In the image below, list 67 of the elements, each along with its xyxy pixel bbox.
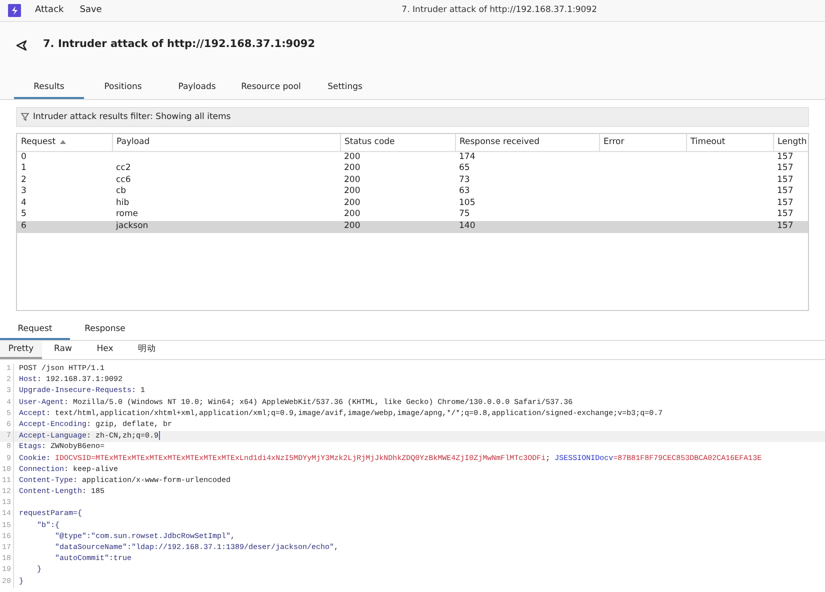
table-cell: cb xyxy=(116,186,126,196)
table-cell: 73 xyxy=(459,174,470,185)
column-header[interactable]: Payload xyxy=(112,134,340,151)
tab[interactable]: Hex xyxy=(84,341,126,359)
filter-bar[interactable]: Intruder attack results filter: Showing all items xyxy=(16,107,809,127)
table-cell: 63 xyxy=(459,186,470,196)
filter-icon xyxy=(21,113,29,121)
table-cell: 157 xyxy=(777,186,794,196)
tab[interactable]: Raw xyxy=(42,341,84,359)
table-cell: 1 xyxy=(21,163,26,174)
column-header[interactable]: Status code xyxy=(340,134,455,151)
table-cell: rome xyxy=(116,209,138,220)
column-header[interactable]: Response received xyxy=(455,134,599,151)
table-cell: 157 xyxy=(777,198,794,208)
table-cell: 105 xyxy=(459,198,476,208)
table-cell: 157 xyxy=(777,174,794,185)
column-label: Payload xyxy=(116,136,150,147)
tab[interactable]: Positions xyxy=(88,81,158,99)
window-title: 7. Intruder attack of http://192.168.37.1:9092 xyxy=(402,4,597,17)
table-cell: 174 xyxy=(459,152,476,162)
tab[interactable]: Results xyxy=(14,81,84,99)
table-cell: jackson xyxy=(116,221,148,232)
column-header[interactable]: Error xyxy=(599,134,686,151)
table-cell: hib xyxy=(116,198,130,208)
table-cell: 200 xyxy=(344,163,360,174)
attack-title: 7. Intruder attack of http://192.168.37.1:9092 xyxy=(43,37,316,52)
table-cell: 200 xyxy=(344,198,360,208)
table-cell: 65 xyxy=(459,163,470,174)
tab[interactable]: Response xyxy=(70,323,140,340)
table-cell: 2 xyxy=(21,174,26,185)
table-cell: cc2 xyxy=(116,163,131,174)
tab[interactable]: Settings xyxy=(310,81,380,99)
table-cell: 157 xyxy=(777,163,794,174)
table-cell: 4 xyxy=(21,198,26,208)
tab[interactable]: Resource pool xyxy=(236,81,306,99)
table-cell: 5 xyxy=(21,209,26,220)
tab[interactable]: 明动 xyxy=(126,341,168,359)
column-label: Status code xyxy=(344,136,395,147)
tab[interactable]: Pretty xyxy=(0,341,42,359)
column-header[interactable]: Length xyxy=(773,134,808,151)
column-label: Request xyxy=(21,136,56,147)
menu-item[interactable]: Attack xyxy=(27,4,72,18)
table-cell: 0 xyxy=(21,152,26,162)
table-cell: 157 xyxy=(777,152,794,162)
column-label: Length xyxy=(778,136,807,147)
table-cell: cc6 xyxy=(116,174,131,185)
app-logo-icon xyxy=(8,4,21,17)
column-header[interactable]: Request xyxy=(17,134,112,151)
table-cell: 6 xyxy=(21,221,26,232)
tab[interactable]: Payloads xyxy=(162,81,232,99)
arrow-icon xyxy=(16,40,27,50)
text-cursor xyxy=(158,431,160,440)
table-cell: 3 xyxy=(21,186,26,196)
table-cell: 200 xyxy=(344,221,360,232)
table-cell: 75 xyxy=(459,209,470,220)
column-label: Error xyxy=(604,136,624,147)
table-cell: 140 xyxy=(459,221,476,232)
table-cell: 200 xyxy=(344,209,360,220)
table-cell: 200 xyxy=(344,186,360,196)
column-label: Timeout xyxy=(690,136,726,147)
table-cell: 157 xyxy=(777,221,794,232)
table-cell: 200 xyxy=(344,174,360,185)
column-header[interactable]: Timeout xyxy=(686,134,773,151)
column-label: Response received xyxy=(460,136,540,147)
table-cell: 200 xyxy=(344,152,360,162)
table-cell: 157 xyxy=(777,209,794,220)
menu-item[interactable]: Save xyxy=(72,4,110,18)
